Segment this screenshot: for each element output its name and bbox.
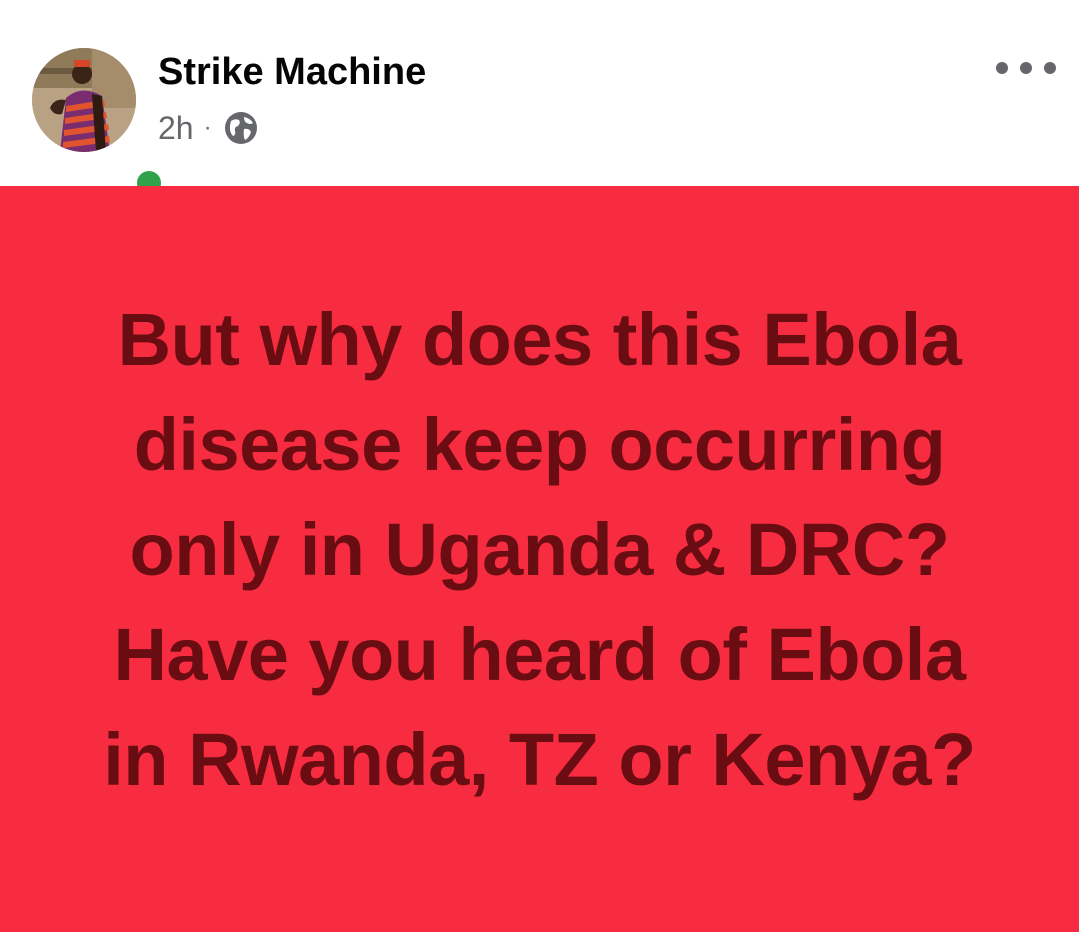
post-text: But why does this Ebola disease keep occ… [103,297,976,801]
post-divider [0,932,1079,948]
more-options-button[interactable] [996,50,1056,86]
post-time[interactable]: 2h [158,108,194,148]
more-horizontal-icon [996,62,1008,74]
post-content-background: But why does this Ebola disease keep occ… [0,186,1079,932]
meta-separator: · [203,114,212,141]
author-name[interactable]: Strike Machine [158,50,426,94]
post-header: Strike Machine 2h · [0,0,1079,200]
globe-icon[interactable] [222,109,260,147]
post-meta: 2h · [158,108,260,148]
author-avatar[interactable] [32,48,166,200]
avatar-photo [32,48,136,152]
facebook-post: Strike Machine 2h · But why does this Eb… [0,0,1079,948]
